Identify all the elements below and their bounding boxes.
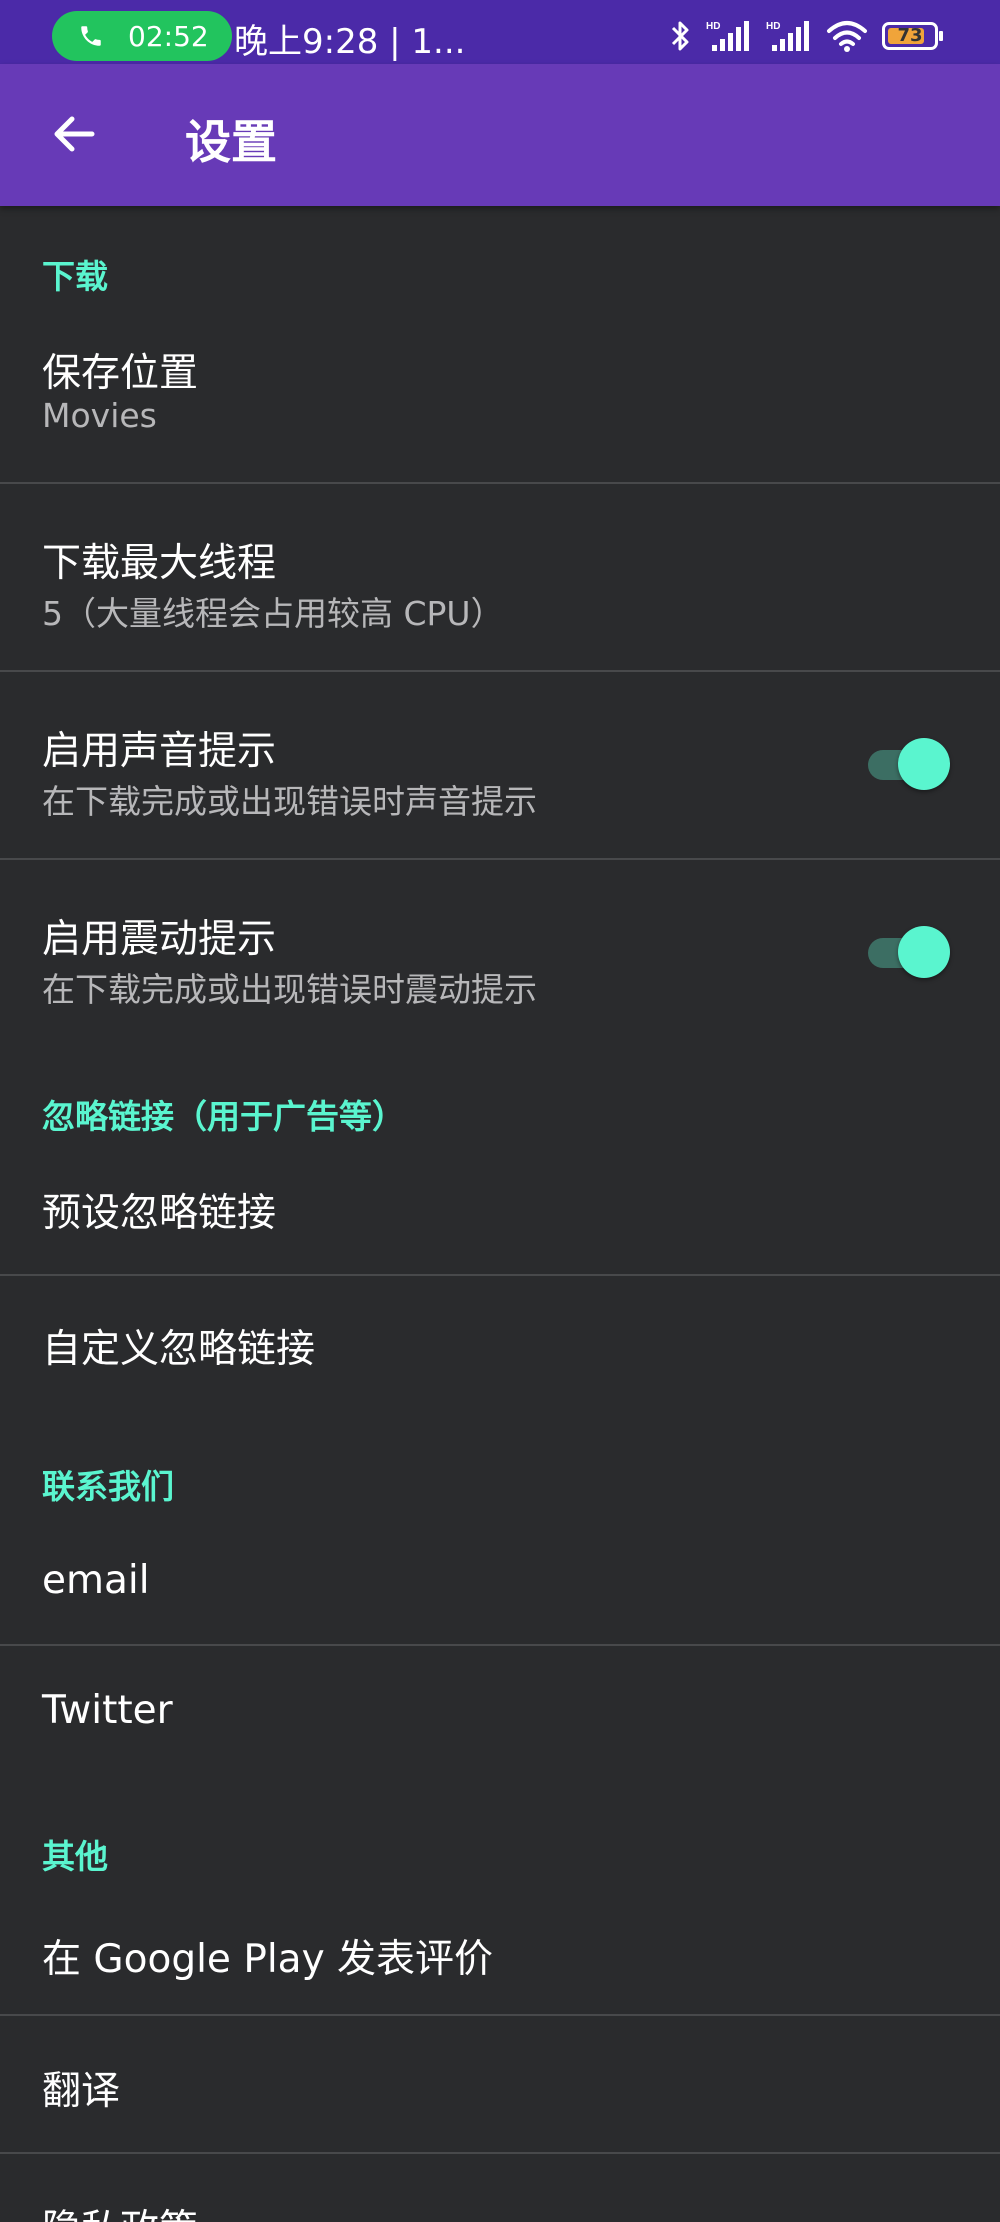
setting-desc: 在下载完成或出现错误时震动提示 (42, 970, 537, 1009)
status-icons: HD HD 73 (670, 16, 943, 56)
wifi-icon (827, 21, 867, 52)
contact-twitter[interactable]: Twitter (0, 1646, 1000, 1776)
setting-title: 启用声音提示 (42, 729, 277, 774)
back-button[interactable] (42, 102, 106, 166)
section-header-ignore: 忽略链接（用于广告等） (42, 1097, 405, 1136)
setting-save-location[interactable]: 保存位置 Movies (0, 326, 1000, 468)
setting-preset-ignore[interactable]: 预设忽略链接 (0, 1146, 1000, 1274)
other-translate[interactable]: 翻译 (0, 2016, 1000, 2152)
other-rate-google-play[interactable]: 在 Google Play 发表评价 (0, 1886, 1000, 2014)
setting-max-threads[interactable]: 下载最大线程 5（大量线程会占用较高 CPU） (0, 484, 1000, 670)
section-header-download: 下载 (42, 257, 108, 296)
signal-icon: HD (706, 21, 749, 51)
contact-email[interactable]: email (0, 1516, 1000, 1644)
page-title: 设置 (185, 115, 277, 169)
svg-text:HD: HD (766, 21, 780, 32)
signal-icon-2: HD (766, 21, 809, 51)
setting-title: 下载最大线程 (42, 541, 277, 586)
setting-title: 自定义忽略链接 (42, 1327, 316, 1372)
other-privacy-policy[interactable]: 隐私政策 (0, 2154, 1000, 2222)
bluetooth-icon (671, 21, 689, 51)
setting-title: 预设忽略链接 (42, 1191, 277, 1236)
setting-title: email (42, 1558, 150, 1603)
svg-text:HD: HD (706, 21, 720, 32)
status-bar: 02:52 晚上9:28 | 1... HD HD 73 (0, 0, 1000, 64)
setting-value: 5（大量线程会占用较高 CPU） (42, 594, 504, 633)
app-bar: 设置 (0, 64, 1000, 206)
setting-value: Movies (42, 396, 157, 435)
setting-title: 在 Google Play 发表评价 (42, 1937, 494, 1982)
call-duration: 02:52 (128, 19, 209, 53)
section-header-other: 其他 (42, 1837, 108, 1876)
arrow-left-icon (54, 116, 95, 152)
setting-custom-ignore[interactable]: 自定义忽略链接 (0, 1276, 1000, 1406)
setting-title: 启用震动提示 (42, 917, 277, 962)
battery-icon: 73 (882, 22, 943, 50)
setting-desc: 在下载完成或出现错误时声音提示 (42, 782, 537, 821)
setting-vibration[interactable]: 启用震动提示 在下载完成或出现错误时震动提示 (0, 860, 1000, 1046)
ongoing-call-pill[interactable]: 02:52 (52, 11, 232, 61)
phone-icon (81, 26, 101, 46)
vibration-toggle[interactable] (868, 924, 950, 980)
setting-title: 翻译 (42, 2069, 121, 2114)
setting-sound[interactable]: 启用声音提示 在下载完成或出现错误时声音提示 (0, 672, 1000, 858)
section-header-contact: 联系我们 (42, 1467, 174, 1506)
sound-toggle[interactable] (868, 736, 950, 792)
battery-level: 73 (897, 25, 923, 46)
setting-title: 隐私政策 (42, 2198, 198, 2222)
status-time: 晚上9:28 | 1... (234, 22, 466, 62)
setting-title: 保存位置 (42, 351, 199, 396)
setting-title: Twitter (42, 1688, 173, 1733)
